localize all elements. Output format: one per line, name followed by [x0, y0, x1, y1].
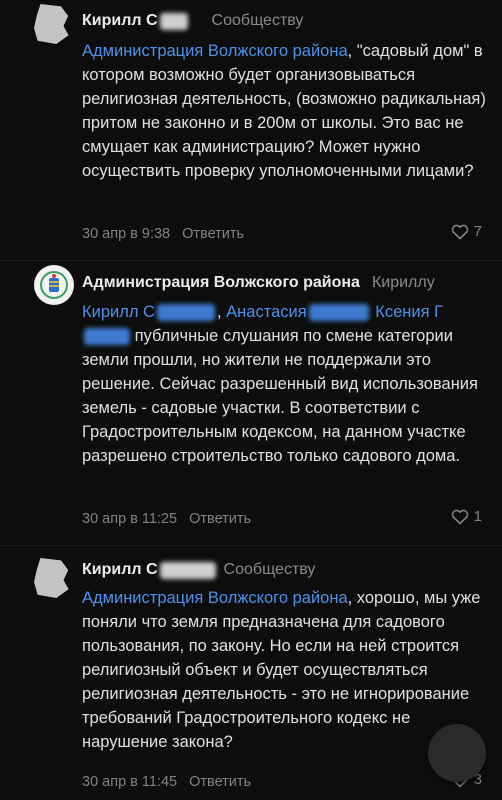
- mention-link[interactable]: Ксения Г: [375, 303, 443, 321]
- author-name[interactable]: Администрация Волжского района: [82, 274, 360, 292]
- author-surname-redacted: [159, 561, 216, 579]
- author-surname-redacted: [159, 12, 188, 30]
- compose-fab[interactable]: [428, 724, 486, 782]
- heart-outline-icon: [451, 224, 468, 239]
- timestamp: 30 апр в 9:38: [82, 226, 171, 242]
- recipient: Сообществу: [211, 12, 304, 29]
- author-name[interactable]: Кирилл С: [82, 12, 158, 30]
- comment-text: Администрация Волжского района, "садовый…: [82, 39, 487, 183]
- comment-footer: 30 апр в 9:38 Ответить: [82, 223, 244, 245]
- avatar-redacted: [34, 558, 69, 598]
- comment-body-text: публичные слушания по смене категории зе…: [82, 327, 478, 465]
- mention-redacted: [308, 304, 369, 322]
- like-count: 7: [473, 223, 482, 240]
- mention-link[interactable]: Администрация Волжского района: [82, 42, 348, 60]
- recipient: Сообществу: [223, 561, 316, 578]
- avatar[interactable]: [34, 558, 74, 598]
- mention-link[interactable]: Анастасия: [226, 303, 307, 321]
- reply-button[interactable]: Ответить: [189, 511, 251, 527]
- reply-button[interactable]: Ответить: [189, 774, 251, 790]
- mention-link[interactable]: Кирилл С: [82, 303, 155, 321]
- mention-redacted: [156, 304, 215, 322]
- heart-outline-icon: [451, 509, 468, 524]
- comment-body-text: , хорошо, мы уже поняли что земля предна…: [82, 589, 481, 751]
- recipient: Кириллу: [371, 274, 435, 291]
- mention-redacted: [84, 328, 130, 346]
- reply-button[interactable]: Ответить: [182, 226, 244, 242]
- comment-text: Администрация Волжского района, хорошо, …: [82, 586, 487, 754]
- timestamp: 30 апр в 11:25: [82, 511, 178, 527]
- like-button[interactable]: 7: [451, 223, 482, 240]
- comment-text: Кирилл С, Анастасия Ксения Г публичные с…: [82, 300, 487, 468]
- avatar[interactable]: [34, 265, 74, 305]
- divider: [0, 545, 502, 546]
- mention-link[interactable]: Администрация Волжского района: [82, 589, 348, 607]
- mention-separator: ,: [216, 303, 222, 321]
- divider: [0, 260, 502, 261]
- avatar[interactable]: [34, 4, 74, 44]
- timestamp: 30 апр в 11:45: [82, 774, 178, 790]
- comment-header: Кирилл С Сообществу: [82, 9, 303, 33]
- comment-body-text: , "садовый дом" в котором возможно будет…: [82, 42, 486, 180]
- comment-header: Кирилл С Сообществу: [82, 558, 315, 582]
- like-count: 1: [473, 508, 482, 525]
- author-name[interactable]: Кирилл С: [82, 561, 158, 579]
- avatar-redacted: [34, 4, 69, 44]
- comment-header: Администрация Волжского района Кириллу: [82, 271, 435, 295]
- comment-footer: 30 апр в 11:45 Ответить: [82, 771, 251, 793]
- like-button[interactable]: 1: [451, 508, 482, 525]
- comment-footer: 30 апр в 11:25 Ответить: [82, 508, 251, 530]
- community-logo-icon: [34, 265, 74, 305]
